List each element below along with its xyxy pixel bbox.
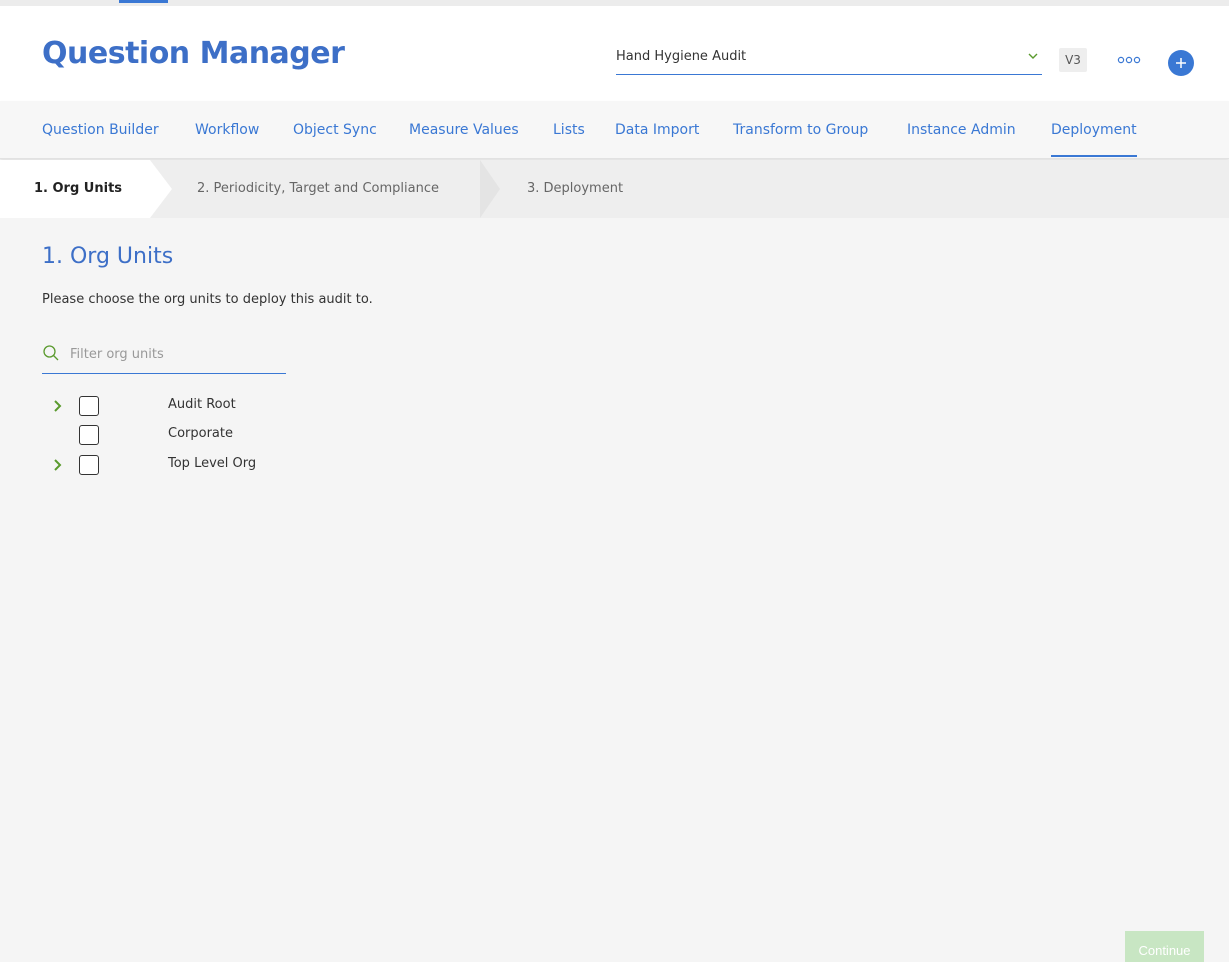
step-deployment[interactable]: 3. Deployment <box>527 160 623 218</box>
plus-icon <box>1176 58 1186 68</box>
org-unit-row: Audit Root <box>50 394 350 418</box>
search-icon <box>43 345 59 361</box>
audit-select[interactable]: Hand Hygiene Audit <box>616 41 1042 75</box>
nav-instance-admin[interactable]: Instance Admin <box>907 101 1016 159</box>
org-unit-row: Corporate <box>50 423 350 447</box>
section-description: Please choose the org units to deploy th… <box>42 292 373 307</box>
app-header: Question Manager Hand Hygiene Audit V3 <box>0 6 1229 101</box>
continue-button[interactable]: Continue <box>1125 931 1204 962</box>
app-title: Question Manager <box>42 36 345 71</box>
nav-data-import[interactable]: Data Import <box>615 101 699 159</box>
nav-question-builder[interactable]: Question Builder <box>42 101 159 159</box>
more-icon <box>1117 56 1141 64</box>
top-accent-marker <box>119 0 168 3</box>
chevron-right-icon[interactable] <box>50 398 66 414</box>
add-button[interactable] <box>1168 50 1194 76</box>
nav-measure-values[interactable]: Measure Values <box>409 101 519 159</box>
org-filter <box>42 336 286 374</box>
org-filter-input[interactable] <box>70 342 280 366</box>
nav-lists[interactable]: Lists <box>553 101 585 159</box>
step-separator <box>480 160 500 218</box>
org-unit-checkbox[interactable] <box>79 396 99 416</box>
step-periodicity[interactable]: 2. Periodicity, Target and Compliance <box>197 160 439 218</box>
deployment-stepper: 1. Org Units 2. Periodicity, Target and … <box>0 160 1229 218</box>
org-unit-label: Audit Root <box>168 397 236 412</box>
chevron-right-icon[interactable] <box>50 457 66 473</box>
chevron-down-icon <box>1028 53 1038 59</box>
org-unit-label: Corporate <box>168 426 233 441</box>
org-unit-row: Top Level Org <box>50 453 350 477</box>
audit-select-value: Hand Hygiene Audit <box>616 49 747 64</box>
section-title: 1. Org Units <box>42 244 174 269</box>
org-unit-checkbox[interactable] <box>79 425 99 445</box>
more-button[interactable] <box>1114 50 1144 70</box>
step-active-pointer <box>150 160 172 218</box>
nav-object-sync[interactable]: Object Sync <box>293 101 377 159</box>
main-nav: Question Builder Workflow Object Sync Me… <box>0 101 1229 159</box>
org-unit-checkbox[interactable] <box>79 455 99 475</box>
step-org-units[interactable]: 1. Org Units <box>34 160 122 218</box>
nav-transform-to-group[interactable]: Transform to Group <box>733 101 868 159</box>
nav-deployment[interactable]: Deployment <box>1051 101 1137 159</box>
version-badge[interactable]: V3 <box>1059 48 1087 72</box>
org-unit-label: Top Level Org <box>168 456 257 471</box>
nav-workflow[interactable]: Workflow <box>195 101 259 159</box>
